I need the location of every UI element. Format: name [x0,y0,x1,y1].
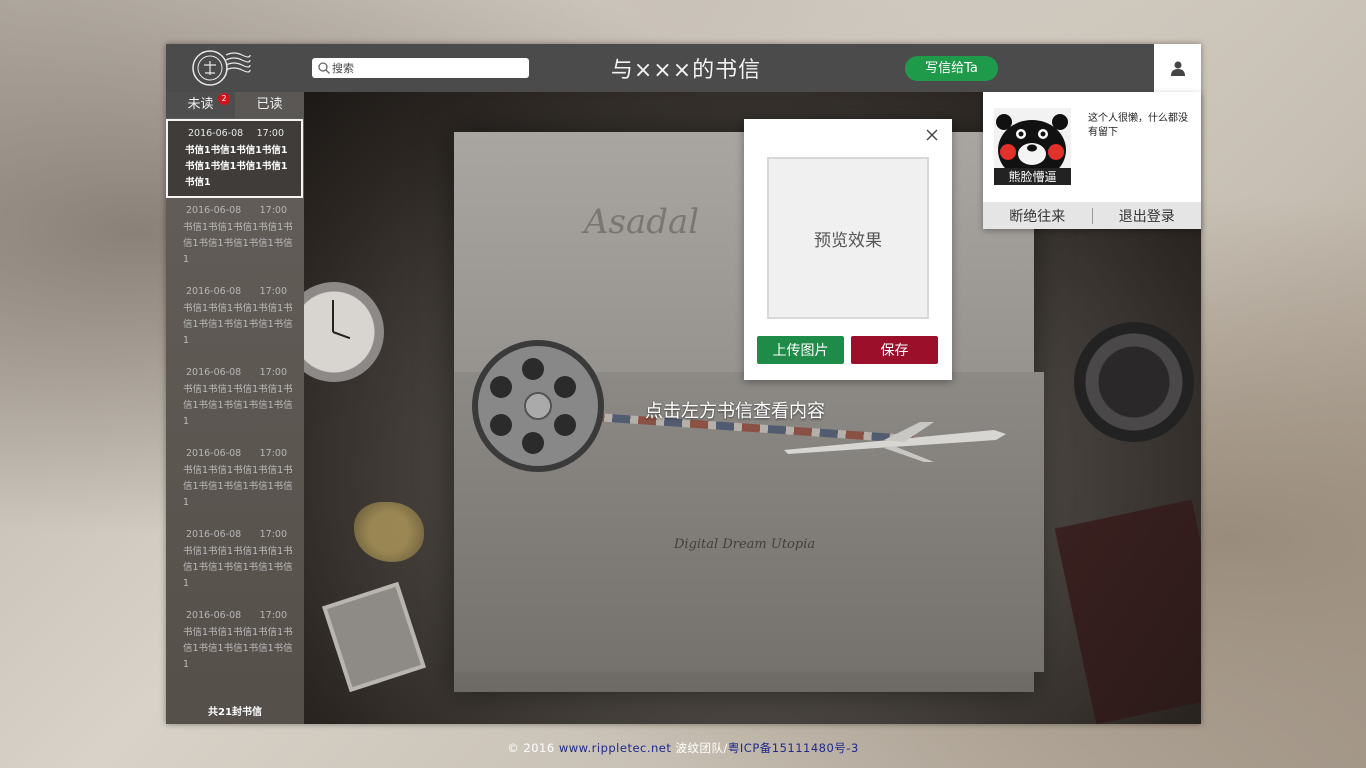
letter-time: 17:00 [256,128,284,139]
close-icon[interactable] [924,127,940,143]
letters-sidebar: 未读 2 已读 2016-06-08 17:00 书信1书信1书信1书信1书信1书… [166,92,304,724]
kumamon-avatar-image: 熊脸懵逼 [994,108,1071,185]
lens-decoration [1074,322,1194,442]
profile-actions: 断绝往来 退出登录 [983,202,1201,229]
letter-item[interactable]: 2016-06-08 17:00 书信1书信1书信1书信1书信1书信1书信1书信1… [166,198,304,279]
paper-ball-decoration [354,502,424,562]
page-title: 与×××的书信 [610,58,762,83]
tab-unread[interactable]: 未读 2 [166,92,235,118]
letter-date: 2016-06-08 [186,367,242,378]
letter-preview: 书信1书信1书信1书信1书信1书信1书信1书信1书信1 [183,465,293,508]
envelope-lettering: Digital Dream Utopia [674,537,816,552]
write-letter-button[interactable]: 写信给Ta [905,56,998,81]
search-input[interactable] [332,58,522,78]
tab-read[interactable]: 已读 [235,92,304,118]
letter-time: 17:00 [259,367,287,378]
upload-image-button[interactable]: 上传图片 [757,336,844,364]
search-box[interactable] [312,58,529,78]
letter-item[interactable]: 2016-06-08 17:00 书信1书信1书信1书信1书信1书信1书信1书信1… [166,603,304,684]
page-footer: © 2016 www.rippletec.net 波纹团队/粤ICP备15111… [0,740,1366,756]
letter-date: 2016-06-08 [186,610,242,621]
letter-date: 2016-06-08 [186,205,242,216]
script-lettering: Asadal [584,202,700,242]
user-profile-popup: 熊脸懵逼 这个人很懒，什么都没有留下 断绝往来 退出登录 [983,92,1201,229]
block-contact-button[interactable]: 断绝往来 [983,206,1092,226]
logout-button[interactable]: 退出登录 [1093,206,1202,226]
letter-list: 2016-06-08 17:00 书信1书信1书信1书信1书信1书信1书信1书信1… [166,119,304,684]
letter-date: 2016-06-08 [188,128,244,139]
letter-time: 17:00 [259,205,287,216]
tab-read-label: 已读 [256,97,283,112]
postmark-logo [192,50,251,86]
pocket-watch-decoration [304,282,384,382]
unread-count-badge: 2 [218,93,230,105]
letter-date: 2016-06-08 [186,448,242,459]
icp-link[interactable]: 粤ICP备15111480号-3 [728,741,859,755]
copyright-text: © 2016 [507,741,555,755]
letter-total-count: 共21封书信 [208,707,262,718]
letter-preview: 书信1书信1书信1书信1书信1书信1书信1书信1书信1 [183,384,293,427]
top-bar: 与×××的书信 写信给Ta [166,44,1154,92]
letter-date: 2016-06-08 [186,529,242,540]
tab-unread-label: 未读 [187,97,214,112]
letter-time: 17:00 [259,286,287,297]
image-preview-label: 预览效果 [814,230,882,251]
letter-time: 17:00 [259,610,287,621]
avatar: 熊脸懵逼 [994,108,1071,185]
letter-preview: 书信1书信1书信1书信1书信1书信1书信1书信1书信1 [183,222,293,265]
site-link[interactable]: www.rippletec.net [559,741,672,755]
letter-preview: 书信1书信1书信1书信1书信1书信1书信1书信1书信1 [183,627,293,670]
read-status-tabs: 未读 2 已读 [166,92,304,118]
user-icon [1170,61,1185,76]
image-preview: 预览效果 [767,157,929,319]
save-button[interactable]: 保存 [851,336,938,364]
airplane-decoration [784,422,1006,462]
team-name: 波纹团队/ [675,741,728,755]
user-bio: 这个人很懒，什么都没有留下 [1088,113,1188,138]
select-letter-hint: 点击左方书信查看内容 [645,401,825,422]
letter-item[interactable]: 2016-06-08 17:00 书信1书信1书信1书信1书信1书信1书信1书信1… [166,441,304,522]
letter-item[interactable]: 2016-06-08 17:00 书信1书信1书信1书信1书信1书信1书信1书信1… [166,119,303,198]
letter-time: 17:00 [259,448,287,459]
user-menu-button[interactable] [1154,44,1201,92]
upload-image-dialog: 预览效果 上传图片 保存 [744,119,952,380]
letter-preview: 书信1书信1书信1书信1书信1书信1书信1书信1书信1 [183,303,293,346]
letter-preview: 书信1书信1书信1书信1书信1书信1书信1书信1书信1 [183,546,293,589]
avatar-caption: 熊脸懵逼 [1008,169,1056,184]
search-icon [318,62,330,74]
letter-item[interactable]: 2016-06-08 17:00 书信1书信1书信1书信1书信1书信1书信1书信1… [166,360,304,441]
book-decoration [1054,499,1201,724]
letter-time: 17:00 [259,529,287,540]
letter-preview: 书信1书信1书信1书信1书信1书信1书信1书信1书信1 [185,145,288,188]
letter-date: 2016-06-08 [186,286,242,297]
letter-item[interactable]: 2016-06-08 17:00 书信1书信1书信1书信1书信1书信1书信1书信1… [166,279,304,360]
letter-item[interactable]: 2016-06-08 17:00 书信1书信1书信1书信1书信1书信1书信1书信1… [166,522,304,603]
photo-decoration [322,581,426,693]
